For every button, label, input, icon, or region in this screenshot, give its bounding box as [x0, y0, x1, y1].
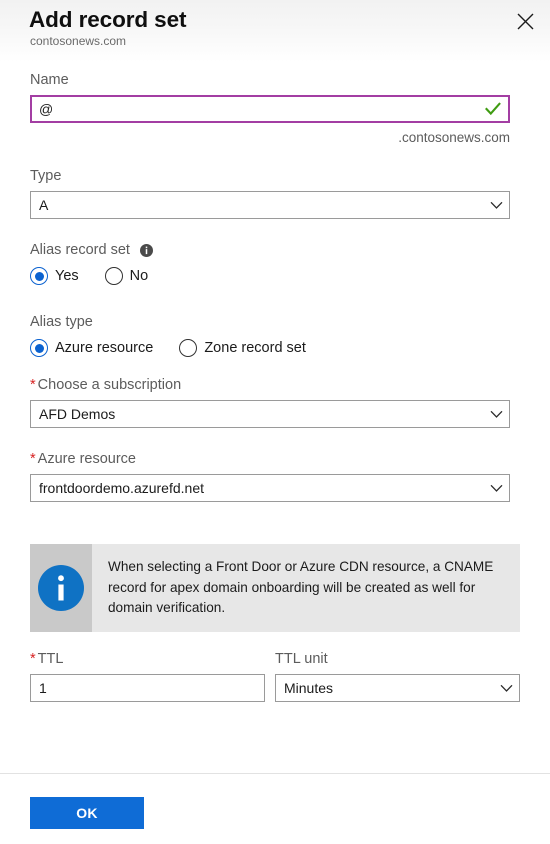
radio-alias-type-azure-resource[interactable]: Azure resource [30, 339, 153, 357]
field-subscription: * Choose a subscription AFD Demos [30, 375, 510, 428]
chevron-down-icon [483, 484, 509, 493]
info-icon[interactable] [139, 243, 153, 257]
info-circle-icon [38, 564, 84, 611]
alias-record-set-label: Alias record set [30, 240, 510, 260]
azure-resource-select-value: frontdoordemo.azurefd.net [39, 480, 204, 496]
radio-mark-selected [30, 267, 48, 285]
type-select-value: A [39, 197, 49, 213]
ttl-unit-select-value: Minutes [284, 680, 334, 696]
subscription-select-value: AFD Demos [39, 406, 116, 422]
ttl-label-text: TTL [37, 651, 64, 667]
name-input[interactable] [30, 95, 510, 123]
subscription-label: * Choose a subscription [30, 375, 510, 395]
panel-header: Add record set contosonews.com [0, 0, 550, 62]
radio-label: Zone record set [204, 340, 306, 356]
required-asterisk: * [30, 651, 36, 667]
radio-label: Azure resource [55, 340, 154, 356]
chevron-down-icon [483, 201, 509, 210]
panel-footer: OK [0, 773, 550, 844]
add-record-set-panel: Add record set contosonews.com Name .con… [0, 0, 550, 844]
required-asterisk: * [30, 451, 36, 467]
radio-alias-record-set-yes[interactable]: Yes [30, 267, 79, 285]
chevron-down-icon [483, 410, 509, 419]
field-name: Name .contosonews.com [30, 70, 510, 147]
ttl-label: * TTL [30, 649, 265, 669]
radio-label: Yes [55, 268, 79, 284]
form-body: Name .contosonews.com Type A Alias rec [0, 62, 550, 774]
ttl-unit-select[interactable]: Minutes [275, 674, 520, 702]
type-select[interactable]: A [30, 191, 510, 219]
radio-alias-record-set-no[interactable]: No [104, 267, 149, 285]
field-alias-record-set: Alias record set Yes No [30, 240, 510, 285]
alias-record-set-radio-group: Yes No [30, 267, 510, 285]
alias-record-set-label-text: Alias record set [30, 242, 130, 258]
page-subtitle: contosonews.com [30, 34, 127, 48]
alias-type-radio-group: Azure resource Zone record set [30, 339, 510, 357]
radio-label: No [129, 268, 149, 284]
field-ttl: * TTL [30, 649, 265, 702]
subscription-select[interactable]: AFD Demos [30, 400, 510, 428]
chevron-down-icon [493, 684, 519, 693]
info-banner: When selecting a Front Door or Azure CDN… [30, 544, 520, 632]
close-icon[interactable] [508, 4, 542, 38]
field-alias-type: Alias type Azure resource Zone record se… [30, 312, 510, 357]
radio-mark-selected [30, 339, 48, 357]
close-x-glyph [517, 13, 533, 29]
ttl-input[interactable] [30, 674, 265, 702]
field-ttl-unit: TTL unit Minutes [275, 649, 520, 702]
required-asterisk: * [30, 377, 36, 393]
field-type: Type A [30, 166, 510, 219]
name-label: Name [30, 72, 69, 88]
ttl-unit-label: TTL unit [275, 651, 328, 667]
alias-type-label: Alias type [30, 314, 93, 330]
subscription-label-text: Choose a subscription [37, 377, 182, 393]
name-domain-suffix: .contosonews.com [398, 130, 510, 145]
info-banner-icon-column [30, 544, 92, 632]
info-banner-text: When selecting a Front Door or Azure CDN… [108, 559, 494, 615]
azure-resource-label: * Azure resource [30, 449, 510, 469]
field-azure-resource: * Azure resource frontdoordemo.azurefd.ne… [30, 449, 510, 502]
info-icon-glyph [139, 243, 153, 257]
type-label: Type [30, 168, 62, 184]
radio-mark [179, 339, 198, 357]
ok-button[interactable]: OK [30, 797, 144, 829]
radio-mark [104, 267, 123, 285]
radio-alias-type-zone-record-set[interactable]: Zone record set [179, 339, 306, 357]
azure-resource-label-text: Azure resource [37, 451, 136, 467]
page-title: Add record set [29, 7, 187, 32]
azure-resource-select[interactable]: frontdoordemo.azurefd.net [30, 474, 510, 502]
